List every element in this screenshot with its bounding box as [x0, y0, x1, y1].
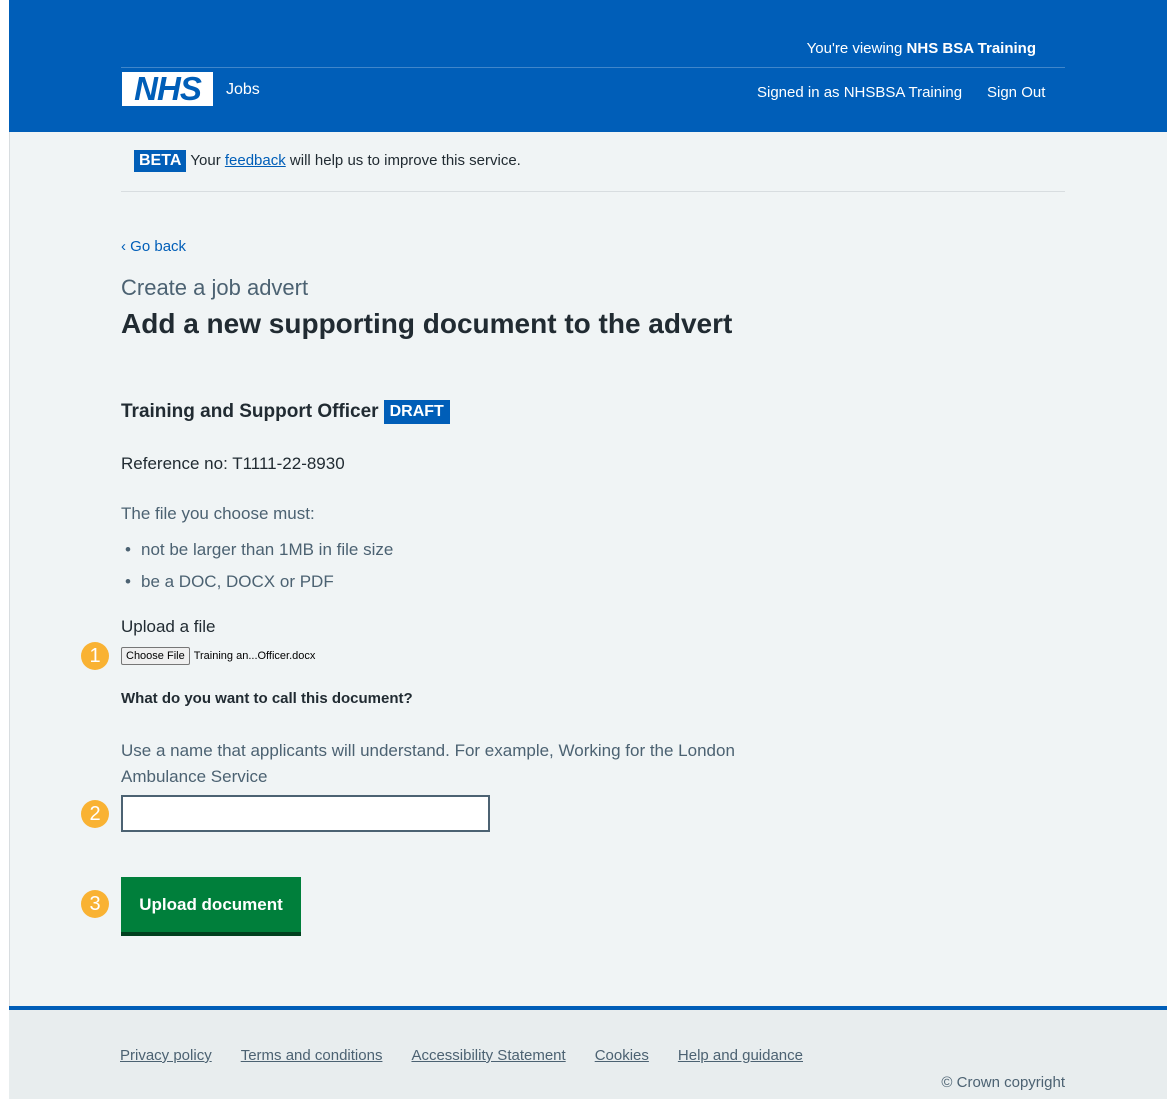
- list-item: be a DOC, DOCX or PDF: [121, 572, 393, 592]
- list-item: not be larger than 1MB in file size: [121, 540, 393, 560]
- job-title-text: Training and Support Officer: [121, 401, 379, 422]
- status-badge: DRAFT: [383, 400, 450, 424]
- page-caption: Create a job advert: [121, 275, 309, 300]
- file-requirements-list: not be larger than 1MB in file size be a…: [121, 540, 393, 604]
- viewing-org-name: NHS BSA Training: [906, 40, 1036, 57]
- go-back-link[interactable]: ‹ Go back: [121, 238, 186, 255]
- upload-file-label: Upload a file: [121, 617, 216, 636]
- job-title: Training and Support Officer DRAFT: [121, 400, 450, 424]
- site-header: You're viewing NHS BSA Training NHS Jobs…: [9, 0, 1167, 132]
- chevron-left-icon: ‹: [121, 238, 126, 255]
- cookies-link[interactable]: Cookies: [595, 1047, 649, 1064]
- service-name[interactable]: Jobs: [226, 81, 260, 99]
- sign-out-link[interactable]: Sign Out: [987, 84, 1045, 101]
- upload-document-button[interactable]: Upload document: [121, 877, 301, 932]
- feedback-link[interactable]: feedback: [225, 152, 286, 169]
- help-link[interactable]: Help and guidance: [678, 1047, 803, 1064]
- site-footer: Privacy policy Terms and conditions Acce…: [9, 1006, 1167, 1099]
- nhs-logo[interactable]: NHS: [122, 72, 213, 106]
- beta-tag: BETA: [134, 150, 187, 172]
- beta-text-before: Your: [190, 152, 225, 169]
- header-divider: [121, 67, 1065, 68]
- signed-in-user: Signed in as NHSBSA Training: [757, 84, 963, 101]
- viewing-organisation: You're viewing NHS BSA Training: [807, 40, 1036, 57]
- file-requirements-intro: The file you choose must:: [121, 504, 315, 523]
- document-name-hint: Use a name that applicants will understa…: [121, 741, 735, 786]
- terms-link[interactable]: Terms and conditions: [241, 1047, 383, 1064]
- reference-number: Reference no: T1111-22-8930: [121, 454, 345, 473]
- annotation-marker-3: 3: [81, 890, 109, 918]
- choose-file-button[interactable]: Choose File: [121, 647, 190, 665]
- chosen-file-name: Training an...Officer.docx: [193, 650, 316, 662]
- accessibility-link[interactable]: Accessibility Statement: [411, 1047, 565, 1064]
- viewing-prefix: You're viewing: [806, 40, 907, 57]
- document-name-label: What do you want to call this document?: [121, 690, 413, 707]
- footer-links: Privacy policy Terms and conditions Acce…: [120, 1047, 832, 1064]
- beta-text-after: will help us to improve this service.: [285, 152, 521, 169]
- go-back-label: Go back: [130, 238, 187, 255]
- copyright: © Crown copyright: [941, 1074, 1065, 1091]
- beta-text: Your feedback will help us to improve th…: [190, 152, 520, 169]
- annotation-marker-1: 1: [81, 642, 109, 670]
- file-input[interactable]: Choose File Training an...Officer.docx: [121, 647, 315, 665]
- page-title: Add a new supporting document to the adv…: [121, 308, 733, 339]
- privacy-policy-link[interactable]: Privacy policy: [120, 1047, 212, 1064]
- annotation-marker-2: 2: [81, 800, 109, 828]
- document-name-input[interactable]: [121, 795, 490, 832]
- beta-banner: BETA Your feedback will help us to improv…: [121, 150, 1065, 192]
